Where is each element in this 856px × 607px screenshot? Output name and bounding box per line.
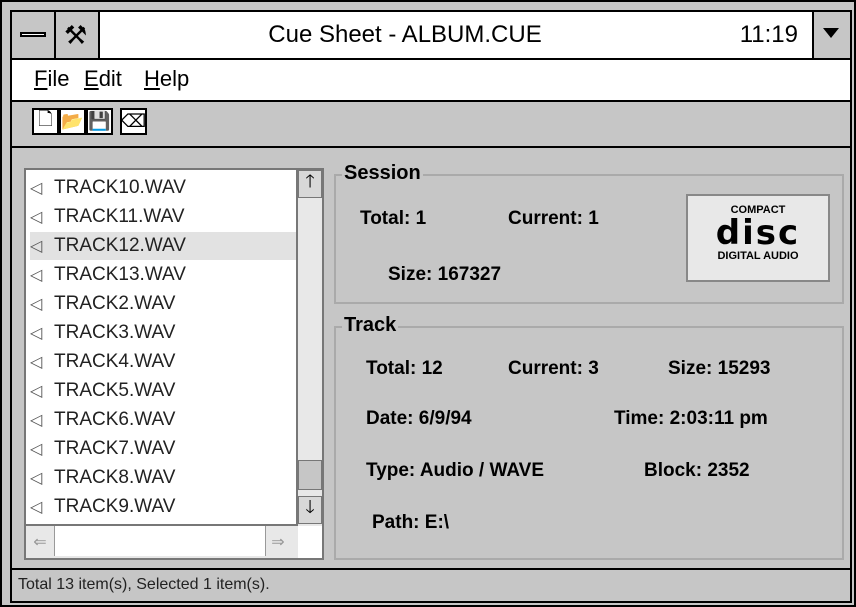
scroll-track <box>54 526 266 556</box>
track-total: Total: 12 <box>366 358 443 379</box>
open-folder-icon: 📂 <box>61 111 84 131</box>
list-item[interactable]: ◁ TRACK9.WAV <box>30 493 296 521</box>
speaker-icon: ◁ <box>30 180 43 197</box>
list-item[interactable]: ◁ TRACK10.WAV <box>30 174 296 202</box>
list-item-label: TRACK11.WAV <box>54 206 185 227</box>
track-time: Time: 2:03:11 pm <box>614 408 768 429</box>
logo-main-text: disc <box>715 213 801 253</box>
list-item[interactable]: ◁ TRACK5.WAV <box>30 377 296 405</box>
save-icon: 💾 <box>88 111 111 131</box>
vertical-scrollbar[interactable]: 🡑 🡓 <box>296 170 322 526</box>
erase-button[interactable]: ⌫ <box>120 108 147 135</box>
arrow-down-icon: 🡓 <box>305 497 315 517</box>
list-item-label: TRACK4.WAV <box>54 351 176 372</box>
file-list[interactable]: ◁ TRACK10.WAV ◁ TRACK11.WAV ◁ TRACK12.WAV ◁… <box>24 168 324 560</box>
speaker-icon: ◁ <box>30 470 43 487</box>
arrow-right-icon: ⇒ <box>271 534 285 551</box>
compact-disc-logo: COMPACT disc DIGITAL AUDIO <box>686 194 830 282</box>
status-text: Total 13 item(s), Selected 1 item(s). <box>18 576 270 593</box>
status-bar: Total 13 item(s), Selected 1 item(s). <box>10 568 852 603</box>
scroll-up-button[interactable]: 🡑 <box>298 170 322 198</box>
speaker-icon: ◁ <box>30 412 43 429</box>
scroll-left-button[interactable]: ⇐ <box>28 528 52 556</box>
arrow-left-icon: ⇐ <box>33 534 47 551</box>
menu-help-label: elp <box>159 66 190 91</box>
list-item[interactable]: ◁ TRACK6.WAV <box>30 406 296 434</box>
list-item-selected[interactable]: ◁ TRACK12.WAV <box>30 232 296 260</box>
list-item[interactable]: ◁ TRACK3.WAV <box>30 319 296 347</box>
hammer-icon: ⚒ <box>64 20 88 50</box>
session-current: Current: 1 <box>508 208 599 229</box>
track-type: Type: Audio / WAVE <box>366 460 545 481</box>
list-item[interactable]: ◁ TRACK11.WAV <box>30 203 296 231</box>
track-label: Track <box>342 314 399 337</box>
tool-button[interactable]: ⚒ <box>56 12 100 58</box>
speaker-icon: ◁ <box>30 296 43 313</box>
menu-file-key: F <box>34 66 48 91</box>
menu-file-label: ile <box>47 66 70 91</box>
logo-bottom-text: DIGITAL AUDIO <box>717 250 799 262</box>
arrow-up-icon: 🡑 <box>305 171 315 191</box>
track-date: Date: 6/9/94 <box>366 408 472 429</box>
system-menu-button[interactable] <box>12 12 56 58</box>
speaker-icon: ◁ <box>30 383 43 400</box>
menu-bar: File Edit Help <box>10 60 852 102</box>
list-item-label: TRACK8.WAV <box>54 467 176 488</box>
list-item-label: TRACK2.WAV <box>54 293 176 314</box>
menu-help[interactable]: Help <box>144 66 189 92</box>
track-path: Path: E:\ <box>372 512 450 533</box>
triangle-down-icon <box>823 28 839 38</box>
menu-edit[interactable]: Edit <box>84 66 122 92</box>
menu-edit-label: dit <box>98 66 122 91</box>
speaker-icon: ◁ <box>30 499 43 516</box>
menu-help-key: H <box>144 66 160 91</box>
clock-readout: 11:19 <box>739 21 798 48</box>
track-current: Current: 3 <box>508 358 599 379</box>
new-button[interactable]: 🗋 <box>32 108 59 135</box>
list-item-label: TRACK6.WAV <box>54 409 176 430</box>
dropdown-button[interactable] <box>812 12 850 58</box>
list-item-label: TRACK12.WAV <box>54 235 186 256</box>
list-item[interactable]: ◁ TRACK2.WAV <box>30 290 296 318</box>
save-button[interactable]: 💾 <box>86 108 113 135</box>
list-item-label: TRACK7.WAV <box>54 438 176 459</box>
speaker-icon: ◁ <box>30 238 43 255</box>
session-size: Size: 167327 <box>388 264 502 285</box>
speaker-icon: ◁ <box>30 441 43 458</box>
speaker-icon: ◁ <box>30 267 43 284</box>
speaker-icon: ◁ <box>30 209 43 226</box>
new-file-icon: 🗋 <box>38 108 53 129</box>
list-item-label: TRACK10.WAV <box>54 177 186 198</box>
scroll-thumb[interactable] <box>298 460 322 490</box>
list-item-label: TRACK3.WAV <box>54 322 176 343</box>
scroll-right-button[interactable]: ⇒ <box>266 528 290 556</box>
speaker-icon: ◁ <box>30 354 43 371</box>
list-item[interactable]: ◁ TRACK4.WAV <box>30 348 296 376</box>
horizontal-scrollbar[interactable]: ⇐ ⇒ <box>26 524 298 558</box>
session-total: Total: 1 <box>360 208 427 229</box>
title-bar: ⚒ Cue Sheet - ALBUM.CUE 11:19 <box>10 10 852 60</box>
session-label: Session <box>342 162 423 185</box>
list-item[interactable]: ◁ TRACK13.WAV <box>30 261 296 289</box>
system-menu-icon <box>20 32 46 37</box>
erase-icon: ⌫ <box>120 111 147 131</box>
scroll-down-button[interactable]: 🡓 <box>298 496 322 524</box>
menu-file[interactable]: File <box>34 66 69 92</box>
track-block: Block: 2352 <box>644 460 750 481</box>
track-size: Size: 15293 <box>668 358 771 379</box>
client-area: ◁ TRACK10.WAV ◁ TRACK11.WAV ◁ TRACK12.WAV ◁… <box>10 148 852 568</box>
session-group: Session Total: 1 Current: 1 Size: 167327… <box>334 162 844 304</box>
toolbar: 🗋 📂 💾 ⌫ <box>10 102 852 148</box>
open-button[interactable]: 📂 <box>59 108 86 135</box>
menu-edit-key: E <box>84 66 99 91</box>
list-item-label: TRACK13.WAV <box>54 264 186 285</box>
list-item-label: TRACK5.WAV <box>54 380 176 401</box>
speaker-icon: ◁ <box>30 325 43 342</box>
list-item[interactable]: ◁ TRACK8.WAV <box>30 464 296 492</box>
window-title: Cue Sheet - ALBUM.CUE <box>268 21 542 48</box>
list-item-label: TRACK9.WAV <box>54 496 176 517</box>
main-window: ⚒ Cue Sheet - ALBUM.CUE 11:19 File Edit … <box>0 0 856 607</box>
list-item[interactable]: ◁ TRACK7.WAV <box>30 435 296 463</box>
track-group: Track Total: 12 Current: 3 Size: 15293 D… <box>334 314 844 560</box>
